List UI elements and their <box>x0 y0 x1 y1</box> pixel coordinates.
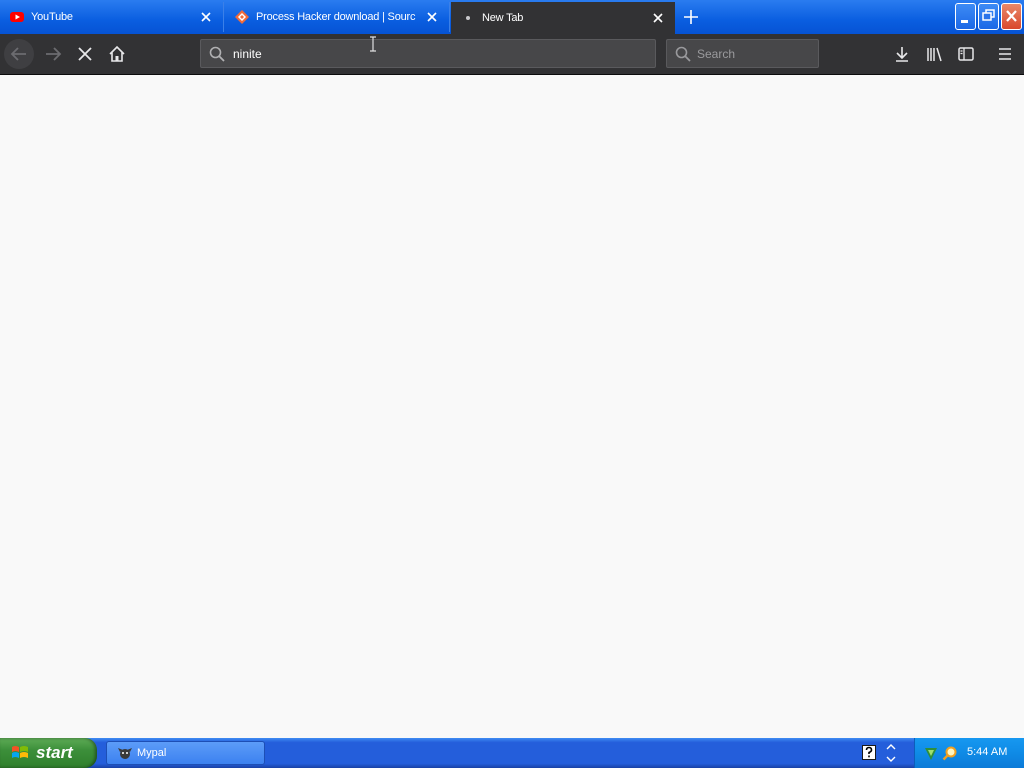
sourceforge-icon <box>235 10 249 24</box>
restore-button[interactable] <box>978 3 999 30</box>
menu-button[interactable] <box>990 39 1020 69</box>
close-icon <box>1006 10 1017 22</box>
text-cursor-icon <box>370 36 376 52</box>
network-shield-icon[interactable] <box>923 745 939 761</box>
sidebar-button[interactable] <box>951 39 981 69</box>
close-window-button[interactable] <box>1001 3 1022 30</box>
search-bar[interactable]: Search <box>666 39 819 68</box>
close-tab-icon[interactable] <box>425 10 439 24</box>
loading-dot-icon <box>466 16 470 20</box>
tab-process-hacker[interactable]: Process Hacker download | Sourc <box>225 2 450 32</box>
close-tab-icon[interactable] <box>199 10 213 24</box>
stop-button[interactable] <box>70 39 100 69</box>
navigation-toolbar: ninite Search <box>0 34 1024 75</box>
home-button[interactable] <box>102 39 132 69</box>
tab-label: New Tab <box>482 12 524 24</box>
tab-new-tab[interactable]: New Tab <box>451 2 675 34</box>
search-icon <box>675 46 691 62</box>
youtube-icon <box>10 12 24 22</box>
download-icon <box>896 47 908 62</box>
start-label: start <box>36 743 73 762</box>
library-button[interactable] <box>919 39 949 69</box>
help-icon[interactable] <box>862 745 876 760</box>
forward-button[interactable] <box>38 39 68 69</box>
tray-expand-icon[interactable] <box>884 742 898 764</box>
sidebar-icon <box>958 47 974 61</box>
search-input[interactable]: Search <box>697 45 807 63</box>
new-tab-plus-icon[interactable] <box>682 8 700 26</box>
tab-strip: YouTube Process Hacker download | Sourc … <box>0 0 1024 34</box>
search-icon <box>209 46 225 62</box>
page-content <box>0 75 1024 738</box>
hamburger-menu-icon <box>999 48 1011 60</box>
restore-icon <box>982 9 995 21</box>
tab-label: YouTube <box>31 11 73 23</box>
windows-logo-icon <box>12 746 28 758</box>
magnifier-tray-icon[interactable] <box>942 745 958 761</box>
downloads-button[interactable] <box>887 39 917 69</box>
url-input[interactable]: ninite <box>233 45 633 63</box>
library-icon <box>927 47 942 62</box>
forward-arrow-icon <box>46 47 62 61</box>
back-button[interactable] <box>4 39 34 69</box>
minimize-button[interactable] <box>955 3 976 30</box>
taskbar-item-label: Mypal <box>137 747 167 759</box>
taskbar-item-mypal[interactable]: Mypal <box>106 741 265 765</box>
minimize-icon <box>961 20 968 23</box>
stop-x-icon <box>78 47 92 61</box>
tab-label: Process Hacker download | Sourc <box>256 11 416 23</box>
start-button[interactable]: start <box>0 738 97 768</box>
system-tray: 5:44 AM <box>914 738 1024 768</box>
close-tab-icon[interactable] <box>651 11 665 25</box>
tab-youtube[interactable]: YouTube <box>0 2 224 32</box>
mypal-app-icon <box>118 748 132 759</box>
back-arrow-icon <box>10 47 26 61</box>
url-bar[interactable]: ninite <box>200 39 656 68</box>
home-icon <box>109 45 125 62</box>
clock: 5:44 AM <box>967 746 1008 758</box>
